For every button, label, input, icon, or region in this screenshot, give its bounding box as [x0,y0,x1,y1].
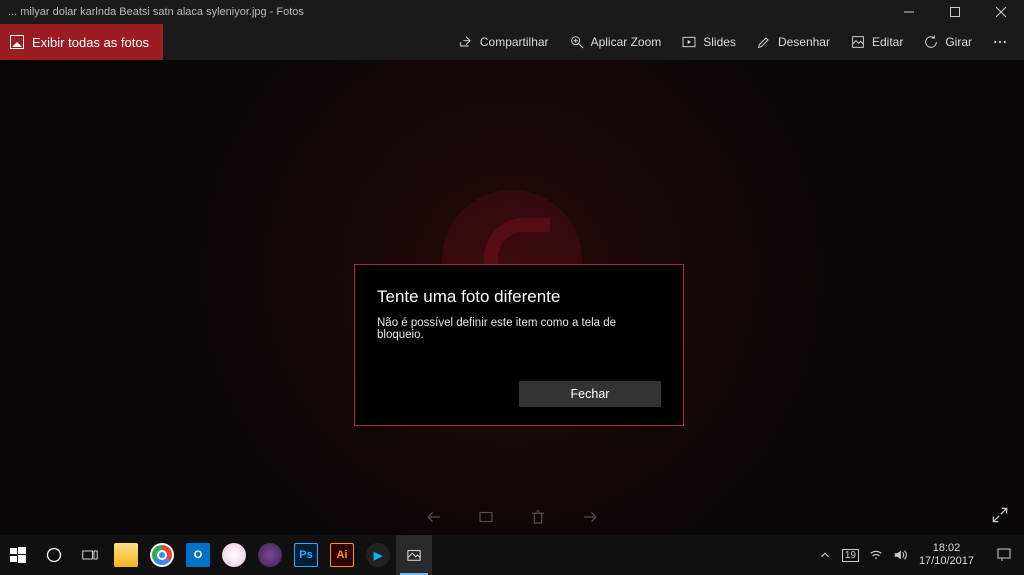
chrome-icon [150,543,174,567]
draw-button[interactable]: Desenhar [746,24,840,60]
share-label: Compartilhar [480,35,549,49]
dialog-title: Tente uma foto diferente [377,287,661,307]
show-all-label: Exibir todas as fotos [32,35,149,50]
collection-button[interactable] [474,505,498,529]
taskbar-app-itunes[interactable] [216,535,252,575]
taskbar-clock[interactable]: 18:02 17/10/2017 [911,542,982,568]
tor-icon [258,543,282,567]
zoom-label: Aplicar Zoom [591,35,662,49]
dialog-message: Não é possível definir este item como a … [377,317,661,341]
taskbar-app-tor[interactable] [252,535,288,575]
maximize-button[interactable] [932,0,978,24]
taskbar-app-photoshop[interactable]: Ps [288,535,324,575]
window-title: ... milyar dolar karlnda Beatsi satn ala… [8,6,886,18]
edit-button[interactable]: Editar [840,24,913,60]
image-viewport: beatsaudio Tente uma foto diferente Não … [0,60,1024,535]
battery-percent: 19 [842,549,859,562]
groove-icon: ▶ [366,543,390,567]
show-all-photos-button[interactable]: Exibir todas as fotos [0,24,163,60]
prev-button[interactable] [422,505,446,529]
slideshow-button[interactable]: Slides [671,24,746,60]
fullscreen-button[interactable] [990,505,1010,525]
delete-button[interactable] [526,505,550,529]
rotate-button[interactable]: Girar [913,24,982,60]
photo-icon [10,35,24,49]
edit-icon [850,34,866,50]
itunes-icon [222,543,246,567]
rotate-icon [923,34,939,50]
taskbar-app-outlook[interactable]: O [180,535,216,575]
taskbar-app-groove[interactable]: ▶ [360,535,396,575]
share-button[interactable]: Compartilhar [448,24,559,60]
image-controls [422,505,602,529]
app-toolbar: Exibir todas as fotos Compartilhar Aplic… [0,24,1024,60]
draw-icon [756,34,772,50]
rotate-label: Girar [945,35,972,49]
photoshop-icon: Ps [294,543,318,567]
taskbar-app-explorer[interactable] [108,535,144,575]
taskview-button[interactable] [72,535,108,575]
taskbar-app-illustrator[interactable]: Ai [324,535,360,575]
error-dialog: Tente uma foto diferente Não é possível … [354,264,684,426]
clock-date: 17/10/2017 [919,555,974,568]
taskbar-app-chrome[interactable] [144,535,180,575]
photos-icon [402,543,426,567]
volume-icon [893,548,907,562]
minimize-button[interactable] [886,0,932,24]
action-center-button[interactable] [986,535,1022,575]
system-tray[interactable]: 19 [818,548,907,562]
tray-chevron-icon [818,548,832,562]
taskbar: O Ps Ai ▶ 19 18:02 17/10/2017 [0,535,1024,575]
clock-time: 18:02 [919,542,974,555]
slideshow-icon [681,34,697,50]
more-icon [992,34,1008,50]
outlook-icon: O [186,543,210,567]
slides-label: Slides [703,35,736,49]
next-button[interactable] [578,505,602,529]
edit-label: Editar [872,35,903,49]
taskbar-app-photos[interactable] [396,535,432,575]
draw-label: Desenhar [778,35,830,49]
dialog-close-button[interactable]: Fechar [519,381,661,407]
titlebar: ... milyar dolar karlnda Beatsi satn ala… [0,0,1024,24]
share-icon [458,34,474,50]
illustrator-icon: Ai [330,543,354,567]
wifi-icon [869,548,883,562]
start-button[interactable] [0,535,36,575]
explorer-icon [114,543,138,567]
close-button[interactable] [978,0,1024,24]
cortana-button[interactable] [36,535,72,575]
zoom-icon [569,34,585,50]
more-button[interactable] [982,24,1018,60]
zoom-button[interactable]: Aplicar Zoom [559,24,672,60]
